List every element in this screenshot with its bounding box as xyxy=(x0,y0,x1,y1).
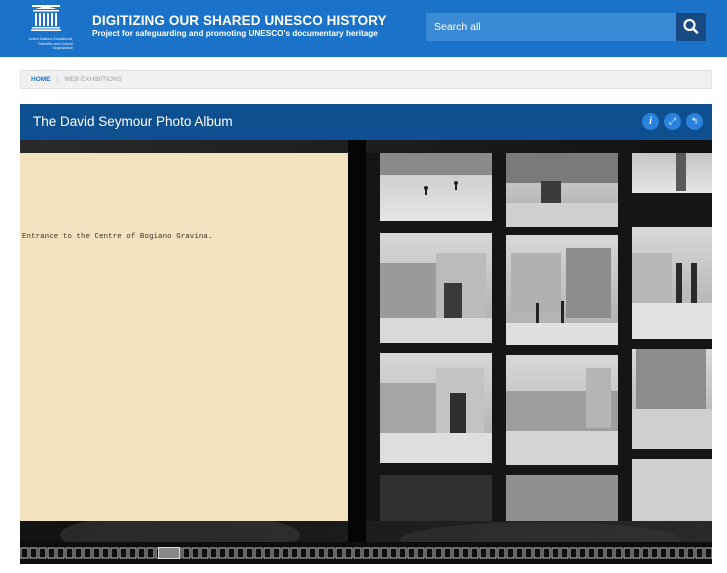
logo-org-text: United Nations Educational, Scientific a… xyxy=(28,37,73,50)
album-viewer[interactable]: Entrance to the Centre of Bogiano Gravin… xyxy=(20,140,712,570)
viewer-title-bar: The David Seymour Photo Album i ⤢ ↰ xyxy=(20,104,712,140)
info-icon: i xyxy=(649,116,652,127)
search-input[interactable]: Search all xyxy=(426,13,676,41)
search-button[interactable] xyxy=(676,13,706,41)
fullscreen-icon: ⤢ xyxy=(668,117,677,127)
search-placeholder: Search all xyxy=(434,21,481,33)
site-header: United Nations Educational, Scientific a… xyxy=(0,0,727,57)
thumbnail-strip-handle[interactable] xyxy=(158,547,180,559)
temple-icon xyxy=(31,5,61,31)
site-title-block: DIGITIZING OUR SHARED UNESCO HISTORY Pro… xyxy=(92,13,387,38)
album-left-page: Entrance to the Centre of Bogiano Gravin… xyxy=(20,153,348,521)
unesco-logo[interactable]: United Nations Educational, Scientific a… xyxy=(21,4,73,54)
back-button[interactable]: ↰ xyxy=(686,113,703,130)
viewer-bottom-edge xyxy=(20,564,712,570)
site-subtitle: Project for safeguarding and promoting U… xyxy=(92,29,378,38)
search-icon xyxy=(683,18,699,34)
album-right-page xyxy=(366,153,712,521)
breadcrumb: HOME | WEB EXHIBITIONS xyxy=(20,70,712,89)
fullscreen-button[interactable]: ⤢ xyxy=(664,113,681,130)
contact-sheet-image xyxy=(380,153,712,521)
thumbnail-strip-pattern xyxy=(20,544,712,562)
viewer-title: The David Seymour Photo Album xyxy=(33,114,233,129)
breadcrumb-home[interactable]: HOME xyxy=(31,76,51,83)
breadcrumb-separator: | xyxy=(56,76,59,83)
back-icon: ↰ xyxy=(690,117,699,127)
info-button[interactable]: i xyxy=(642,113,659,130)
photo-caption: Entrance to the Centre of Bogiano Gravin… xyxy=(22,233,213,241)
site-title[interactable]: DIGITIZING OUR SHARED UNESCO HISTORY xyxy=(92,13,387,28)
page-thumbnail-strip[interactable] xyxy=(20,542,712,564)
breadcrumb-current[interactable]: WEB EXHIBITIONS xyxy=(64,76,122,83)
